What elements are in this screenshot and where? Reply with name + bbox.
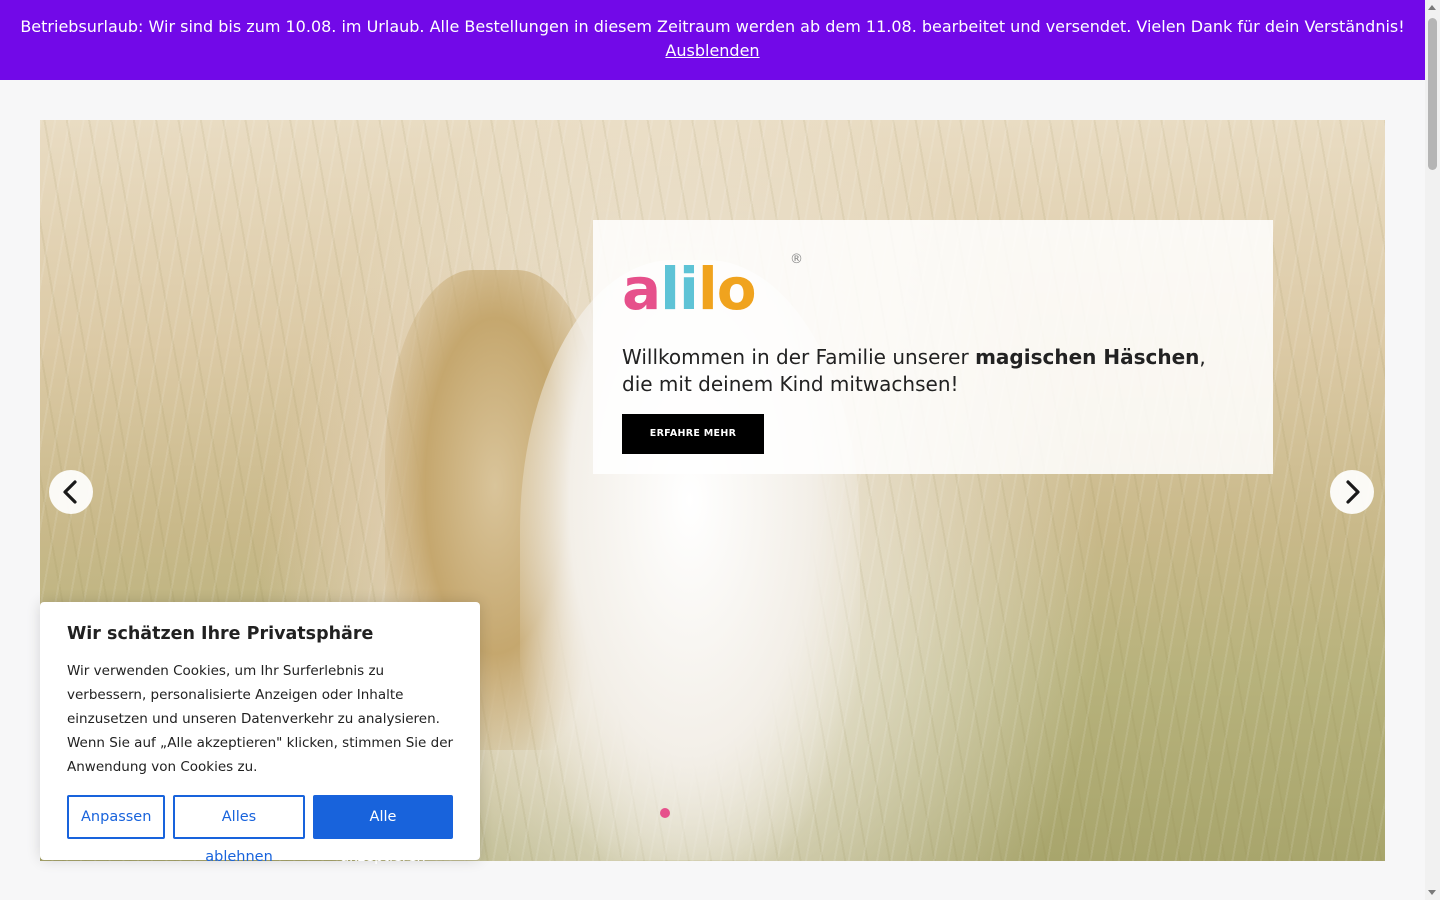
- hero-headline: Willkommen in der Familie unserer magisc…: [622, 344, 1242, 398]
- slider-dot-active[interactable]: [660, 808, 670, 818]
- customize-cookies-button[interactable]: Anpassen: [67, 795, 165, 839]
- hide-announcement-link[interactable]: Ausblenden: [665, 39, 759, 63]
- cookie-consent-dialog: Wir schätzen Ihre Privatsphäre Wir verwe…: [40, 602, 480, 865]
- scroll-down-icon[interactable]: [1428, 890, 1436, 895]
- alilo-logo: alilo ®: [622, 252, 1244, 323]
- accept-all-cookies-button[interactable]: Alle akzeptieren: [313, 795, 453, 865]
- scroll-up-icon[interactable]: [1428, 5, 1436, 10]
- announcement-bar: Betriebsurlaub: Wir sind bis zum 10.08. …: [0, 0, 1425, 80]
- slider-dots: [660, 808, 670, 818]
- cookie-title: Wir schätzen Ihre Privatsphäre: [67, 624, 374, 644]
- logo-letters-li: li: [660, 255, 699, 323]
- hero-card: alilo ® Willkommen in der Familie unsere…: [593, 220, 1273, 474]
- chevron-left-icon: [63, 480, 77, 504]
- hero-text-before: Willkommen in der Familie unserer: [622, 345, 976, 369]
- hero-text-bold: magischen Häschen: [975, 345, 1200, 369]
- cookie-body: Wir verwenden Cookies, um Ihr Surferlebn…: [67, 663, 454, 775]
- reject-all-cookies-button[interactable]: Alles ablehnen: [173, 795, 305, 865]
- logo-letters-lo: lo: [697, 255, 757, 323]
- registered-mark: ®: [790, 252, 803, 267]
- slider-prev-button[interactable]: [49, 470, 93, 514]
- cookie-button-row: Anpassen Alles ablehnen Alle akzeptieren: [67, 795, 453, 865]
- chevron-right-icon: [1346, 480, 1360, 504]
- page-scrollbar[interactable]: [1425, 0, 1440, 900]
- scrollbar-thumb[interactable]: [1428, 18, 1437, 170]
- logo-letters-a: a: [622, 255, 661, 323]
- slider-next-button[interactable]: [1330, 470, 1374, 514]
- learn-more-button[interactable]: ERFAHRE MEHR: [622, 414, 764, 454]
- announcement-message: Betriebsurlaub: Wir sind bis zum 10.08. …: [20, 17, 1405, 36]
